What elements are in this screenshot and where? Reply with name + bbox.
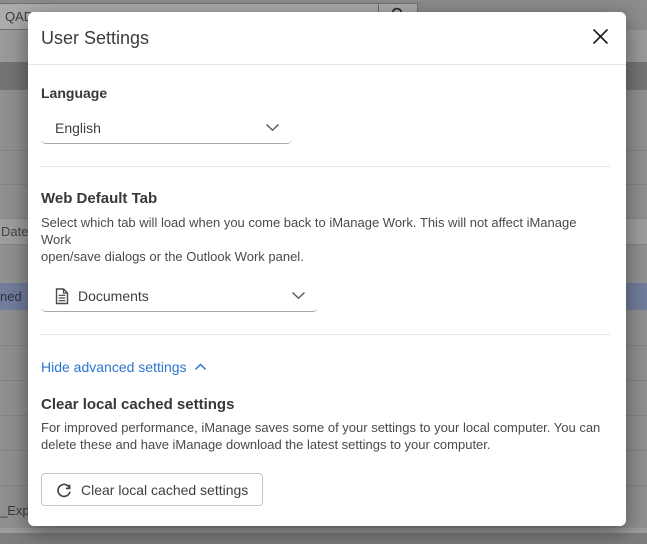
description-line: For improved performance, iManage saves … — [41, 419, 610, 436]
dialog-title: User Settings — [41, 28, 149, 49]
background-footer-band — [0, 533, 647, 544]
refresh-icon — [56, 482, 72, 498]
description-line: open/save dialogs or the Outlook Work pa… — [41, 248, 610, 265]
description-line: delete these and have iManage download t… — [41, 436, 610, 453]
default-tab-select-value: Documents — [55, 288, 291, 305]
hide-advanced-settings-link[interactable]: Hide advanced settings — [41, 359, 207, 375]
section-divider — [41, 334, 610, 335]
section-divider — [41, 166, 610, 167]
language-select-value: English — [55, 120, 265, 136]
clear-cache-heading: Clear local cached settings — [41, 396, 610, 413]
web-default-tab-heading: Web Default Tab — [41, 190, 610, 207]
default-tab-select[interactable]: Documents — [41, 281, 318, 312]
chevron-down-icon — [265, 119, 280, 137]
clear-cache-button[interactable]: Clear local cached settings — [41, 473, 263, 506]
dialog-body: Language English Web Default Tab Select … — [28, 85, 626, 506]
chevron-up-icon — [194, 363, 207, 371]
description-line: Select which tab will load when you come… — [41, 214, 610, 248]
close-icon — [591, 27, 610, 49]
background-bottom-row-text: _Exp — [0, 503, 30, 518]
hide-advanced-settings-label: Hide advanced settings — [41, 359, 187, 375]
dialog-header: User Settings — [28, 12, 626, 65]
document-icon — [55, 288, 69, 305]
language-label: Language — [41, 85, 610, 101]
close-button[interactable] — [587, 25, 613, 51]
background-date-column-label: Date — [0, 224, 28, 239]
default-tab-select-label: Documents — [78, 288, 149, 304]
background-selected-row-text: ned — [0, 289, 22, 304]
chevron-down-icon — [291, 287, 306, 305]
web-default-tab-description: Select which tab will load when you come… — [41, 214, 610, 265]
clear-cache-button-label: Clear local cached settings — [81, 482, 248, 498]
screen: QAD Date ned _Exp User Settings — [0, 0, 647, 544]
user-settings-dialog: User Settings Language English — [28, 12, 626, 526]
language-select[interactable]: English — [41, 113, 292, 144]
clear-cache-description: For improved performance, iManage saves … — [41, 419, 610, 453]
